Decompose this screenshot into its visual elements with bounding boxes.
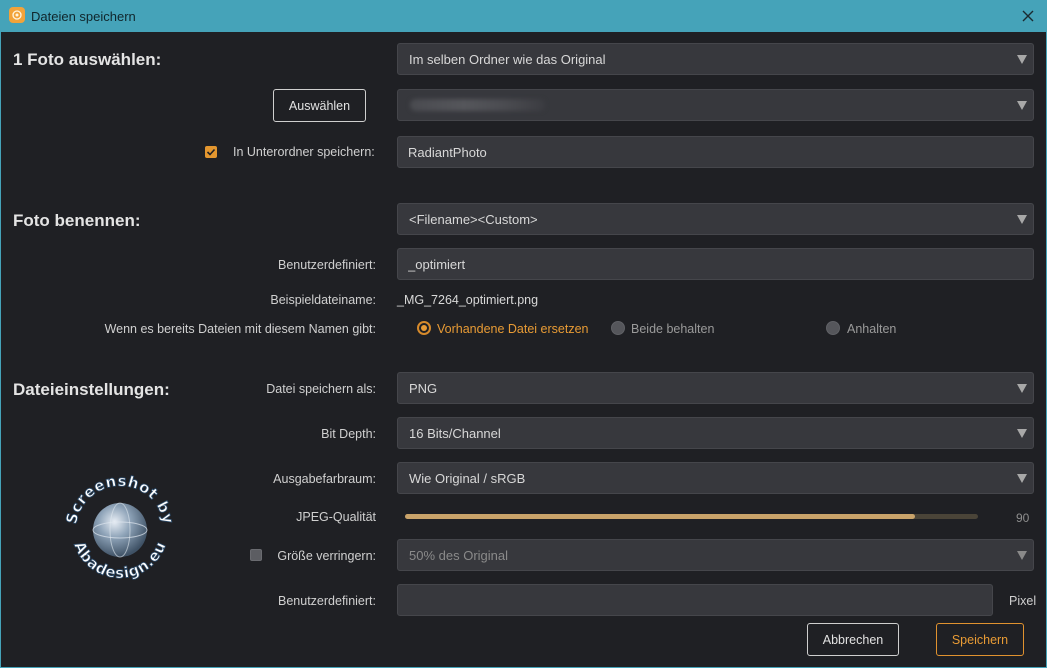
radio-replace-existing[interactable] [417,321,431,335]
jpeg-quality-slider[interactable] [405,514,978,519]
checkmark-icon [206,148,216,156]
jpeg-quality-value: 90 [1016,511,1030,525]
folder-dropdown-value: Im selben Ordner wie das Original [409,51,606,67]
chevron-down-icon [1017,474,1027,483]
file-format-dropdown[interactable]: PNG [397,372,1034,404]
custom-suffix-input[interactable] [397,248,1034,280]
radio-stop-label[interactable]: Anhalten [847,322,896,336]
section-title-select: 1 Foto auswählen: [13,50,162,69]
conflict-label: Wenn es bereits Dateien mit diesem Namen… [104,322,376,336]
bit-depth-label: Bit Depth: [321,427,376,441]
choose-folder-button[interactable]: Auswählen [273,89,366,122]
custom-size-label: Benutzerdefiniert: [278,594,376,608]
resize-label: Größe verringern: [277,549,376,563]
watermark-logo: Screenshot by Abadesign.eu [62,472,178,582]
chevron-down-icon [1017,429,1027,438]
jpeg-quality-slider-fill [405,514,915,519]
file-format-label: Datei speichern als: [266,382,376,396]
section-title-file: Dateieinstellungen: [13,380,170,399]
chevron-down-icon [1017,384,1027,393]
color-space-label: Ausgabefarbraum: [273,472,376,486]
close-button[interactable] [1017,5,1039,27]
custom-size-input[interactable] [397,584,993,616]
resize-checkbox[interactable] [250,549,262,561]
blurred-path [410,99,545,111]
color-space-value: Wie Original / sRGB [409,470,526,486]
close-icon [1022,10,1034,22]
section-title-name: Foto benennen: [13,211,141,230]
resize-value: 50% des Original [409,547,508,563]
subfolder-label: In Unterordner speichern: [233,145,375,159]
chevron-down-icon [1017,215,1027,224]
folder-dropdown[interactable]: Im selben Ordner wie das Original [397,43,1034,75]
pixel-unit-label: Pixel [1009,594,1037,608]
color-space-dropdown[interactable]: Wie Original / sRGB [397,462,1034,494]
example-filename-label: Beispieldateiname: [270,293,376,307]
chevron-down-icon [1017,55,1027,64]
app-icon [9,7,25,23]
radio-keep-both[interactable] [611,321,625,335]
filename-pattern-value: <Filename><Custom> [409,211,538,227]
recent-folder-dropdown[interactable] [397,89,1034,121]
filename-pattern-dropdown[interactable]: <Filename><Custom> [397,203,1034,235]
radio-replace-existing-label[interactable]: Vorhandene Datei ersetzen [437,322,589,336]
radio-stop[interactable] [826,321,840,335]
bit-depth-dropdown[interactable]: 16 Bits/Channel [397,417,1034,449]
example-filename-value: _MG_7264_optimiert.png [397,293,539,307]
bit-depth-value: 16 Bits/Channel [409,425,501,441]
resize-dropdown[interactable]: 50% des Original [397,539,1034,571]
subfolder-checkbox[interactable] [205,146,217,158]
window-title: Dateien speichern [31,9,136,24]
chevron-down-icon [1017,101,1027,110]
save-button[interactable]: Speichern [936,623,1024,656]
custom-suffix-label: Benutzerdefiniert: [278,258,376,272]
chevron-down-icon [1017,551,1027,560]
watermark-globe-icon [93,503,147,557]
radio-keep-both-label[interactable]: Beide behalten [631,322,714,336]
cancel-button[interactable]: Abbrechen [807,623,899,656]
window-titlebar: Dateien speichern [0,0,1047,32]
window-border-left [0,32,1,668]
jpeg-quality-label: JPEG-Qualität [296,510,376,524]
subfolder-input[interactable] [397,136,1034,168]
file-format-value: PNG [409,380,438,396]
